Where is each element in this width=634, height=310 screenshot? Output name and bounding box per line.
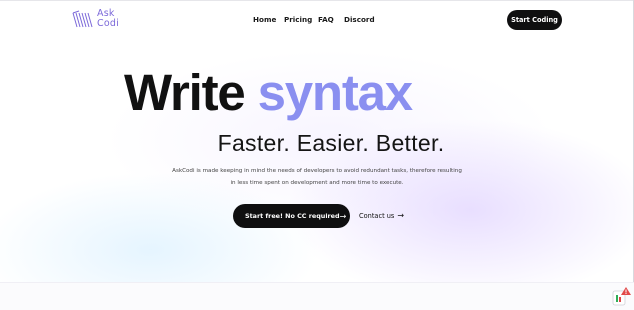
- hero-subtitle-text: Faster. Easier. Better.: [217, 130, 445, 156]
- logo-line-codi: Codi: [97, 18, 119, 29]
- hero-description-line2: in less time spent on development and mo…: [230, 180, 404, 186]
- hero-title: Write syntax: [124, 64, 414, 122]
- nav-home[interactable]: Home: [253, 15, 276, 24]
- next-section-band: [0, 282, 634, 310]
- notification-badge-icon[interactable]: [612, 286, 632, 308]
- logo-text: Ask Codi: [97, 9, 119, 29]
- arrow-right-icon: →: [397, 211, 405, 220]
- hero-title-syntax: syntax: [257, 64, 414, 121]
- nav-pricing[interactable]: Pricing: [284, 15, 312, 24]
- askcodi-logo-icon: [72, 10, 93, 28]
- hero-description: AskCodi is made keeping in mind the need…: [150, 165, 484, 189]
- hero-description-line1: AskCodi is made keeping in mind the need…: [172, 168, 462, 174]
- arrow-right-icon: →: [339, 211, 347, 221]
- start-free-button[interactable]: Start free! No CC required →: [233, 204, 350, 228]
- contact-us-label: Contact us: [359, 211, 395, 220]
- nav-discord[interactable]: Discord: [344, 15, 375, 24]
- contact-us-link[interactable]: Contact us →: [359, 211, 404, 220]
- start-coding-button[interactable]: Start Coding: [507, 10, 562, 30]
- nav-faq[interactable]: FAQ: [318, 15, 334, 24]
- page: Ask Codi Home Pricing FAQ Discord Start …: [0, 0, 634, 310]
- brand-logo[interactable]: Ask Codi: [71, 9, 119, 29]
- hero-title-write: Write: [124, 64, 246, 121]
- start-free-label: Start free! No CC required: [245, 212, 340, 220]
- top-divider: [0, 0, 634, 1]
- hero-subtitle: Faster. Easier. Better.: [0, 130, 634, 156]
